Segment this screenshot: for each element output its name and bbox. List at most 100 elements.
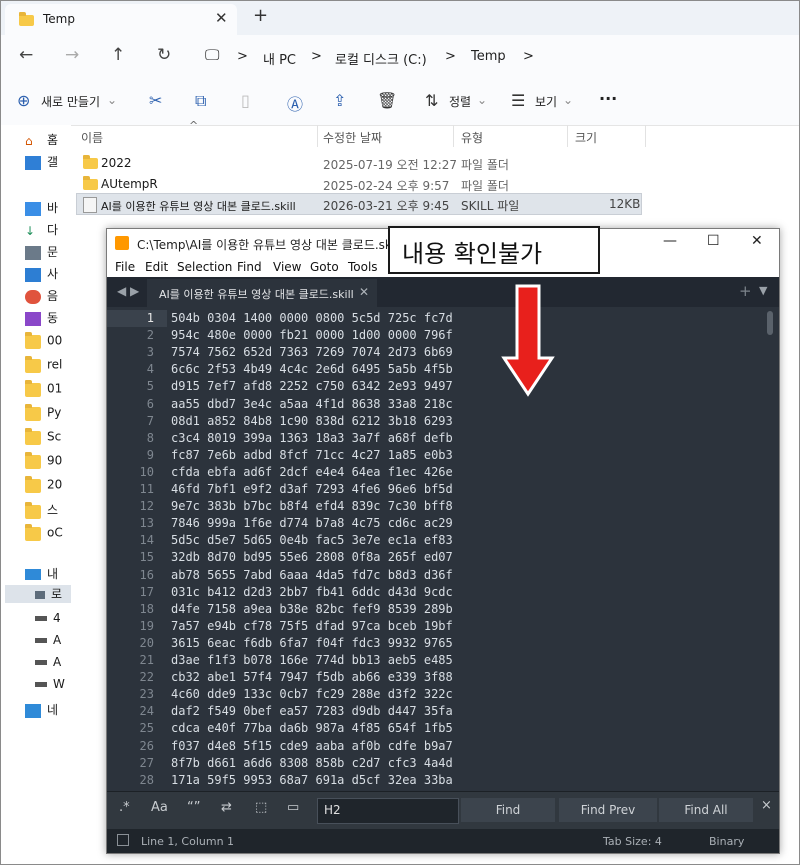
- sidebar-item-folder[interactable]: rel: [25, 356, 62, 375]
- in-selection-toggle-icon[interactable]: ⬚: [255, 800, 267, 815]
- find-button[interactable]: Find: [461, 798, 555, 822]
- code-line[interactable]: ab78 5655 7abd 6aaa 4da5 fd7c b8d3 d36f: [171, 568, 453, 582]
- column-header-modified[interactable]: 수정한 날짜: [323, 129, 382, 146]
- code-line[interactable]: 7a57 e94b cf78 75f5 dfad 97ca bceb 19bf: [171, 619, 453, 633]
- sidebar-item-drive[interactable]: A: [35, 655, 61, 673]
- up-icon[interactable]: ↑: [111, 45, 125, 65]
- code-line[interactable]: d915 7ef7 afd8 2252 c750 6342 2e93 9497: [171, 379, 453, 393]
- sidebar-item-local-disk[interactable]: 로: [5, 585, 71, 603]
- code-line[interactable]: 32db 8d70 bd95 55e6 2808 0f8a 265f ed07: [171, 550, 453, 564]
- regex-toggle[interactable]: .*: [119, 800, 130, 815]
- find-prev-button[interactable]: Find Prev: [559, 798, 657, 822]
- code-line[interactable]: cdca e40f 77ba da6b 987a 4f85 654f 1fb5: [171, 721, 453, 735]
- code-line[interactable]: aa55 dbd7 3e4c a5aa 4f1d 8638 33a8 218c: [171, 397, 453, 411]
- code-line[interactable]: 504b 0304 1400 0000 0800 5c5d 725c fc7d: [171, 311, 453, 325]
- code-line[interactable]: 171a 59f5 9953 68a7 691a d5cf 32ea 33ba: [171, 773, 453, 787]
- refresh-icon[interactable]: ↻: [157, 45, 171, 65]
- maximize-icon[interactable]: ☐: [707, 233, 720, 249]
- minimize-icon[interactable]: —: [663, 233, 677, 249]
- sidebar-item-home[interactable]: ⌂ 홈: [25, 131, 58, 149]
- sidebar-item-folder[interactable]: oC: [25, 524, 63, 543]
- code-line[interactable]: f037 d4e8 5f15 cde9 aaba af0b cdfe b9a7: [171, 739, 453, 753]
- menu-view[interactable]: View: [273, 260, 301, 274]
- case-sensitive-toggle[interactable]: Aa: [151, 800, 168, 815]
- file-row-selected[interactable]: AI를 이용한 유튜브 영상 대본 클로드.skill 2026-03-21 오…: [76, 193, 642, 215]
- sidebar-item-drive[interactable]: A: [35, 633, 61, 651]
- close-icon[interactable]: ✕: [751, 233, 763, 249]
- share-icon[interactable]: ⇪: [333, 91, 346, 110]
- column-header-size[interactable]: 크기: [575, 129, 597, 146]
- new-tab-plus-icon[interactable]: +: [739, 282, 752, 300]
- encoding[interactable]: Binary: [709, 835, 744, 848]
- code-line[interactable]: 46fd 7bf1 e9f2 d3af 7293 4fe6 96e6 bf5d: [171, 482, 453, 496]
- sidebar-item-network[interactable]: 네: [25, 701, 58, 719]
- menu-goto[interactable]: Goto: [310, 260, 339, 274]
- code-line[interactable]: daf2 f549 0bef ea57 7283 d9db d447 35fa: [171, 704, 453, 718]
- code-line[interactable]: 7846 999a 1f6e d774 b7a8 4c75 cd6c ac29: [171, 516, 453, 530]
- highlight-matches-toggle-icon[interactable]: ▭: [287, 800, 299, 815]
- editor-tab[interactable]: AI를 이용한 유튜브 영상 대본 클로드.skill ✕: [147, 279, 377, 307]
- code-line[interactable]: c3c4 8019 399a 1363 18a3 3a7f a68f defb: [171, 431, 453, 445]
- close-tab-icon[interactable]: ✕: [215, 9, 228, 27]
- menu-tools[interactable]: Tools: [348, 260, 378, 274]
- panel-toggle-icon[interactable]: [117, 834, 129, 846]
- sidebar-item-folder[interactable]: Sc: [25, 428, 61, 447]
- copy-icon[interactable]: ⧉: [195, 91, 206, 111]
- wrap-toggle-icon[interactable]: ⇄: [221, 800, 232, 815]
- address-bar[interactable]: 🖵 > 내 PC > 로컬 디스크 (C:) > Temp >: [193, 42, 793, 72]
- column-divider[interactable]: [645, 125, 646, 147]
- tab-list-dropdown-icon[interactable]: ▼: [759, 284, 767, 297]
- forward-icon[interactable]: →: [65, 45, 79, 65]
- sidebar-item-documents[interactable]: 문: [25, 243, 58, 261]
- code-line[interactable]: 3615 6eac f6db 6fa7 f04f fdc3 9932 9765: [171, 636, 453, 650]
- code-line[interactable]: 4c60 dde9 133c 0cb7 fc29 288e d3f2 322c: [171, 687, 453, 701]
- menu-edit[interactable]: Edit: [145, 260, 168, 274]
- new-tab-button[interactable]: +: [253, 5, 268, 26]
- code-line[interactable]: 5d5c d5e7 5d65 0e4b fac5 3e7e ec1a ef83: [171, 533, 453, 547]
- whole-word-toggle[interactable]: “”: [187, 800, 200, 815]
- sidebar-item-folder[interactable]: 스: [25, 501, 58, 519]
- close-tab-icon[interactable]: ✕: [359, 285, 369, 299]
- back-icon[interactable]: ←: [19, 45, 33, 65]
- sidebar-item-pictures[interactable]: 사: [25, 265, 58, 283]
- sidebar-item-folder[interactable]: 00: [25, 332, 62, 351]
- code-line[interactable]: d4fe 7158 a9ea b38e 82bc fef9 8539 289b: [171, 602, 453, 616]
- code-line[interactable]: cfda ebfa ad6f 2dcf e4e4 64ea f1ec 426e: [171, 465, 453, 479]
- code-line[interactable]: 9e7c 383b b7bc b8f4 efd4 839c 7c30 bff8: [171, 499, 453, 513]
- code-line[interactable]: cb32 abe1 57f4 7947 f5db ab66 e339 3f88: [171, 670, 453, 684]
- column-header-name[interactable]: 이름: [81, 129, 103, 146]
- paste-icon[interactable]: ▯: [241, 91, 250, 110]
- rename-icon[interactable]: Ⓐ: [287, 91, 303, 115]
- sidebar-item-folder[interactable]: 01: [25, 380, 62, 399]
- code-line[interactable]: 954c 480e 0000 fb21 0000 1d00 0000 796f: [171, 328, 453, 342]
- breadcrumb-item[interactable]: Temp: [471, 49, 506, 64]
- menu-selection[interactable]: Selection: [177, 260, 232, 274]
- menu-file[interactable]: File: [115, 260, 135, 274]
- view-button[interactable]: 보기: [535, 93, 557, 110]
- sidebar-item-drive[interactable]: W: [35, 677, 65, 695]
- cut-icon[interactable]: ✂: [149, 91, 162, 110]
- column-divider[interactable]: [567, 125, 568, 147]
- column-header-type[interactable]: 유형: [461, 129, 483, 146]
- delete-icon[interactable]: 🗑: [377, 91, 397, 110]
- code-line[interactable]: d3ae f1f3 b078 166e 774d bb13 aeb5 e485: [171, 653, 453, 667]
- breadcrumb-item[interactable]: 내 PC: [263, 49, 296, 68]
- code-line[interactable]: 031c b412 d2d3 2bb7 fb41 6ddc d43d 9cdc: [171, 585, 453, 599]
- more-options-button[interactable]: ···: [599, 89, 617, 108]
- find-input[interactable]: H2: [317, 798, 459, 824]
- sidebar-item-desktop[interactable]: 바: [25, 199, 58, 217]
- breadcrumb-item[interactable]: 로컬 디스크 (C:): [335, 49, 427, 68]
- code-line[interactable]: 6c6c 2f53 4b49 4c4c 2e6d 6495 5a5b 4f5b: [171, 362, 453, 376]
- sort-button[interactable]: 정렬: [449, 93, 471, 110]
- vertical-scrollbar[interactable]: [767, 311, 773, 335]
- sidebar-item-folder[interactable]: Py: [25, 404, 61, 423]
- code-line[interactable]: fc87 7e6b adbd 8fcf 71cc 4c27 1a85 e0b3: [171, 448, 453, 462]
- column-divider[interactable]: [317, 125, 318, 147]
- tab-size[interactable]: Tab Size: 4: [603, 835, 662, 848]
- sidebar-item-folder[interactable]: 90: [25, 452, 62, 471]
- find-all-button[interactable]: Find All: [659, 798, 753, 822]
- file-row[interactable]: 2022 2025-07-19 오전 12:27 파일 폴더: [77, 153, 641, 173]
- sidebar-item-this-pc[interactable]: 내: [25, 565, 58, 583]
- sidebar-item-folder[interactable]: 20: [25, 476, 62, 495]
- code-line[interactable]: 8f7b d661 a6d6 8308 858b c2d7 cfc3 4a4d: [171, 756, 453, 770]
